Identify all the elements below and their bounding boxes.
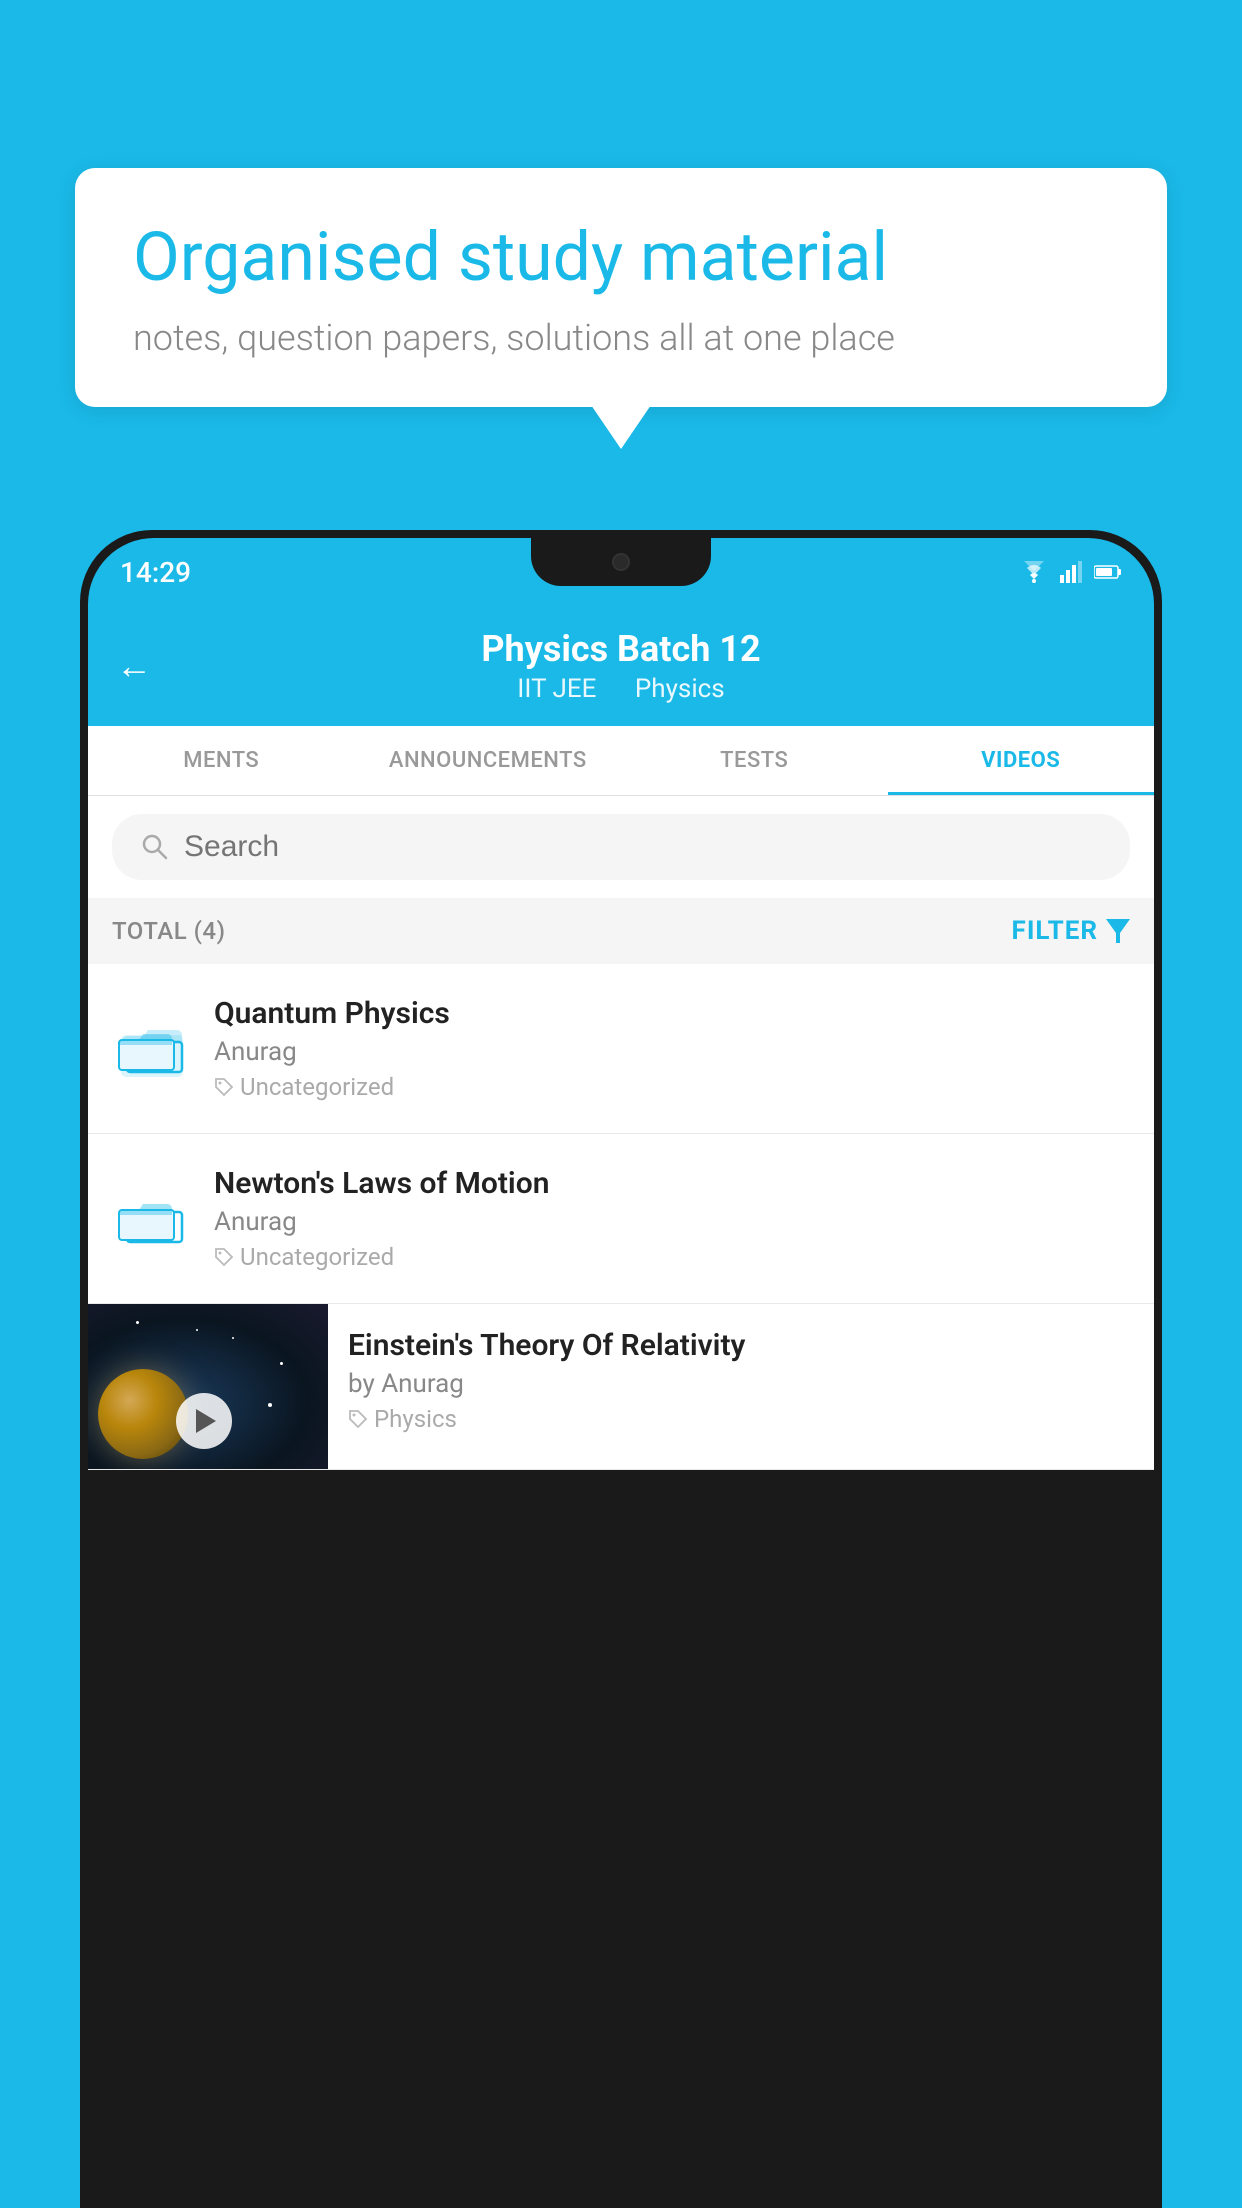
status-bar: 14:29 <box>88 538 1154 606</box>
video-thumbnail <box>88 1304 328 1469</box>
list-item[interactable]: Newton's Laws of Motion Anurag Uncategor… <box>88 1134 1154 1304</box>
search-icon <box>140 832 170 862</box>
filter-bar: TOTAL (4) FILTER <box>88 898 1154 964</box>
tab-videos[interactable]: VIDEOS <box>888 726 1155 795</box>
video-info: Quantum Physics Anurag Uncategorized <box>214 996 1130 1101</box>
video-info: Einstein's Theory Of Relativity by Anura… <box>328 1304 1154 1457</box>
wifi-icon <box>1020 561 1048 583</box>
video-info: Newton's Laws of Motion Anurag Uncategor… <box>214 1166 1130 1271</box>
page-subtitle: IIT JEE Physics <box>509 674 732 704</box>
video-title: Quantum Physics <box>214 996 1130 1031</box>
video-author: by Anurag <box>348 1369 1134 1399</box>
tag-label: Uncategorized <box>240 1243 394 1271</box>
video-tag: Physics <box>348 1405 1134 1433</box>
video-author: Anurag <box>214 1037 1130 1067</box>
signal-icon <box>1060 561 1082 583</box>
status-icons <box>1020 561 1122 583</box>
tab-ments[interactable]: MENTS <box>88 726 355 795</box>
app-header: ← Physics Batch 12 IIT JEE Physics <box>88 606 1154 726</box>
folder-icon <box>112 1009 192 1089</box>
list-item[interactable]: Einstein's Theory Of Relativity by Anura… <box>88 1304 1154 1470</box>
page-title: Physics Batch 12 <box>481 628 760 670</box>
back-button[interactable]: ← <box>116 645 152 687</box>
video-tag: Uncategorized <box>214 1073 1130 1101</box>
folder-svg <box>117 1014 187 1084</box>
video-author: Anurag <box>214 1207 1130 1237</box>
speech-bubble-section: Organised study material notes, question… <box>75 168 1167 407</box>
phone-screen: 14:29 <box>88 538 1154 2208</box>
search-input[interactable] <box>184 830 1102 864</box>
tag-icon <box>214 1077 234 1097</box>
filter-button[interactable]: FILTER <box>1012 916 1130 946</box>
speech-bubble-subtitle: notes, question papers, solutions all at… <box>133 317 1109 359</box>
tag-label: Uncategorized <box>240 1073 394 1101</box>
tab-tests[interactable]: TESTS <box>621 726 888 795</box>
search-bar[interactable] <box>112 814 1130 880</box>
speech-bubble-title: Organised study material <box>133 220 1109 295</box>
folder-icon <box>112 1179 192 1259</box>
search-container <box>88 796 1154 898</box>
filter-label: FILTER <box>1012 916 1098 946</box>
planet-decoration <box>98 1369 188 1459</box>
notch <box>531 538 711 586</box>
speech-bubble: Organised study material notes, question… <box>75 168 1167 407</box>
subtitle-subject: Physics <box>635 674 725 704</box>
tag-label: Physics <box>374 1405 457 1433</box>
play-button[interactable] <box>176 1393 232 1449</box>
phone-frame: 14:29 <box>80 530 1162 2208</box>
video-list: Quantum Physics Anurag Uncategorized <box>88 964 1154 1470</box>
thumb-background <box>88 1304 328 1469</box>
tag-icon <box>348 1409 368 1429</box>
camera <box>612 553 630 571</box>
battery-icon <box>1094 564 1122 580</box>
tab-announcements[interactable]: ANNOUNCEMENTS <box>355 726 622 795</box>
tag-icon <box>214 1247 234 1267</box>
list-item[interactable]: Quantum Physics Anurag Uncategorized <box>88 964 1154 1134</box>
clock: 14:29 <box>120 556 191 589</box>
video-tag: Uncategorized <box>214 1243 1130 1271</box>
subtitle-course: IIT JEE <box>517 674 596 704</box>
video-title: Newton's Laws of Motion <box>214 1166 1130 1201</box>
total-count: TOTAL (4) <box>112 917 225 945</box>
video-title: Einstein's Theory Of Relativity <box>348 1328 1134 1363</box>
filter-icon <box>1106 919 1130 943</box>
tab-bar: MENTS ANNOUNCEMENTS TESTS VIDEOS <box>88 726 1154 796</box>
folder-svg <box>117 1184 187 1254</box>
